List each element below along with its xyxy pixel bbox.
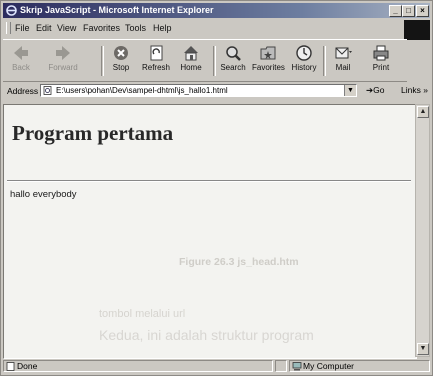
address-label: Address <box>7 86 39 96</box>
favorites-folder-icon <box>260 46 276 60</box>
maximize-button[interactable]: □ <box>402 5 415 17</box>
go-label: Go <box>373 85 385 95</box>
history-button[interactable]: History <box>288 42 320 80</box>
favorites-button[interactable]: Favorites <box>252 42 285 80</box>
menu-help[interactable]: Help <box>153 23 172 33</box>
search-button[interactable]: Search <box>217 42 249 80</box>
links-button[interactable]: Links » <box>401 85 428 95</box>
go-button[interactable]: ➔Go <box>366 85 384 96</box>
bleed-through-text: Kedua, ini adalah struktur program <box>99 327 314 343</box>
window-title: Skrip JavaScript - Microsoft Internet Ex… <box>20 5 214 15</box>
history-icon <box>296 45 312 61</box>
ie-logo-icon <box>6 5 17 16</box>
refresh-button[interactable]: Refresh <box>140 42 172 80</box>
stop-button[interactable]: Stop <box>105 42 137 80</box>
print-button[interactable]: Print <box>365 42 397 80</box>
standard-toolbar: Back Forward Stop Refresh Home Search Fa… <box>3 39 407 82</box>
search-icon <box>226 46 241 61</box>
bleed-through-text: Figure 26.3 js_head.htm <box>179 256 299 268</box>
menu-favorites[interactable]: Favorites <box>83 23 120 33</box>
history-label: History <box>291 63 317 72</box>
back-arrow-icon <box>14 46 28 60</box>
browser-window: Skrip JavaScript - Microsoft Internet Ex… <box>0 0 433 376</box>
printer-icon <box>373 45 389 61</box>
close-button[interactable]: × <box>416 5 429 17</box>
menu-edit[interactable]: Edit <box>36 23 52 33</box>
refresh-label: Refresh <box>141 63 170 72</box>
back-label: Back <box>12 63 30 72</box>
title-bar[interactable]: Skrip JavaScript - Microsoft Internet Ex… <box>3 3 430 18</box>
home-icon <box>184 46 198 61</box>
status-pane <box>3 360 273 372</box>
menu-tools[interactable]: Tools <box>125 23 146 33</box>
status-bar: Done My Computer <box>3 359 430 374</box>
refresh-icon <box>150 45 163 61</box>
back-button[interactable]: Back <box>5 42 37 80</box>
vertical-scrollbar[interactable]: ▲ ▼ <box>415 104 430 357</box>
menu-grip[interactable] <box>6 22 11 34</box>
toolbar-separator <box>213 46 216 76</box>
address-url: E:\users\pohan\Dev\sampel-dhtml\js_hallo… <box>56 86 228 95</box>
mail-icon <box>335 47 352 59</box>
forward-arrow-icon <box>56 46 70 60</box>
stop-label: Stop <box>112 63 130 72</box>
page-content: Program pertama hallo everybody Figure 2… <box>3 104 417 359</box>
scroll-up-icon[interactable]: ▲ <box>417 106 429 118</box>
status-text: Done <box>17 361 38 371</box>
throbber-logo <box>404 20 430 40</box>
mail-button[interactable]: Mail <box>327 42 359 80</box>
menu-view[interactable]: View <box>57 23 76 33</box>
page-body-text: hallo everybody <box>10 189 77 200</box>
menu-bar: File Edit View Favorites Tools Help <box>3 20 430 40</box>
address-input[interactable]: E:\users\pohan\Dev\sampel-dhtml\js_hallo… <box>40 84 357 97</box>
address-dropdown-icon[interactable]: ▼ <box>344 85 356 96</box>
page-status-icon <box>6 362 15 371</box>
scroll-down-icon[interactable]: ▼ <box>417 343 429 355</box>
stop-icon <box>114 46 128 60</box>
forward-button[interactable]: Forward <box>47 42 79 80</box>
toolbar-separator <box>323 46 326 76</box>
home-label: Home <box>180 63 202 72</box>
bleed-through-text: tombol melalui url <box>99 308 186 320</box>
menu-file[interactable]: File <box>15 23 30 33</box>
forward-label: Forward <box>48 63 78 72</box>
address-bar: Address E:\users\pohan\Dev\sampel-dhtml\… <box>3 83 430 100</box>
zone-text: My Computer <box>303 361 355 371</box>
my-computer-icon <box>292 362 302 371</box>
page-heading: Program pertama <box>12 121 174 145</box>
search-label: Search <box>220 63 246 72</box>
favorites-label: Favorites <box>252 63 285 72</box>
horizontal-rule <box>7 180 411 182</box>
print-label: Print <box>372 63 390 72</box>
page-icon <box>43 86 52 95</box>
minimize-button[interactable]: _ <box>389 5 402 17</box>
status-pane <box>275 360 287 372</box>
mail-label: Mail <box>335 63 351 72</box>
home-button[interactable]: Home <box>175 42 207 80</box>
toolbar-separator <box>101 46 104 76</box>
